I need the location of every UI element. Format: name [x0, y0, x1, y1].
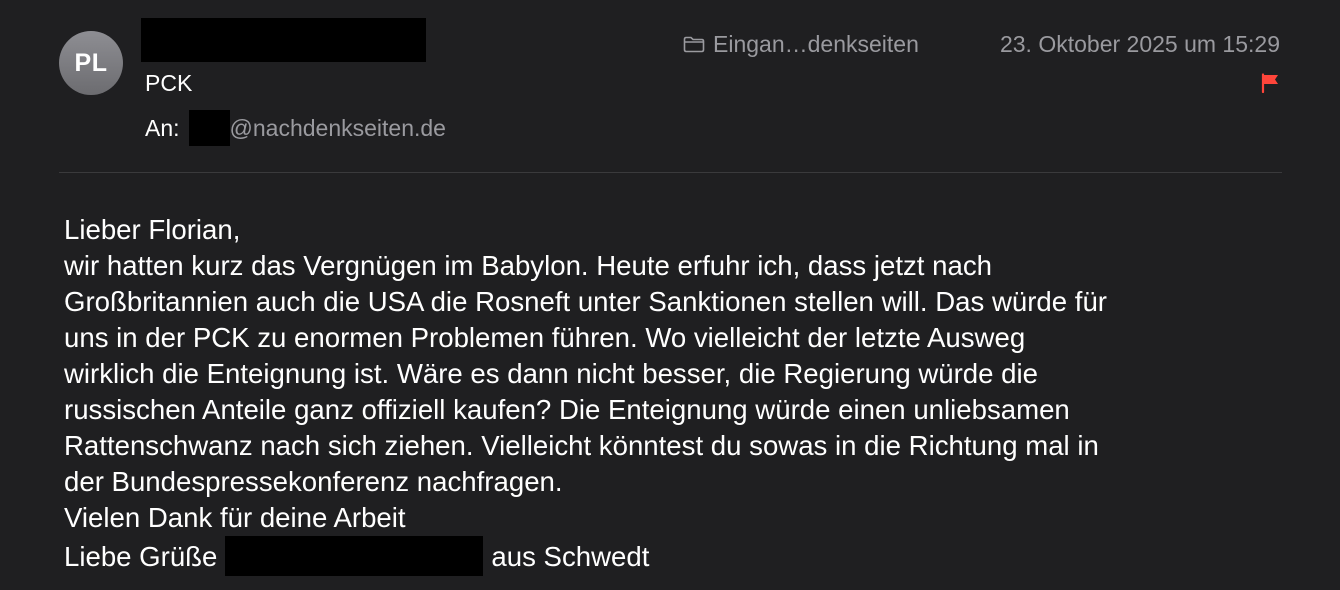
signature-name-redacted: [225, 536, 484, 576]
flag-icon[interactable]: [1260, 73, 1280, 93]
body-line: uns in der PCK zu enormen Problemen führ…: [64, 322, 1026, 353]
folder-icon: [683, 36, 705, 53]
body-line: Rattenschwanz nach sich ziehen. Vielleic…: [64, 430, 1099, 461]
body-line: der Bundespressekonferenz nachfragen.: [64, 466, 563, 497]
body-line: Lieber Florian,: [64, 214, 241, 245]
avatar-initials: PL: [74, 48, 108, 77]
closing-suffix: aus Schwedt: [491, 541, 650, 572]
recipient-row: An: @nachdenkseiten.de: [145, 110, 446, 146]
recipient-domain[interactable]: @nachdenkseiten.de: [230, 115, 446, 142]
header-divider: [59, 172, 1282, 173]
mailbox-indicator[interactable]: Eingan…denkseiten: [683, 31, 919, 58]
recipient-redacted: [188, 110, 230, 146]
sender-avatar: PL: [59, 31, 123, 95]
mailbox-name: Eingan…denkseiten: [713, 31, 919, 57]
email-date: 23. Oktober 2025 um 15:29: [999, 31, 1280, 57]
body-line: russischen Anteile ganz offiziell kaufen…: [64, 394, 1070, 425]
closing-line: Liebe Grüße aus Schwedt: [64, 536, 1314, 576]
body-line: wirklich die Enteignung ist. Wäre es dan…: [64, 358, 1038, 389]
body-line: wir hatten kurz das Vergnügen im Babylon…: [64, 250, 992, 281]
body-line: Vielen Dank für deine Arbeit: [64, 502, 406, 533]
sender-name-redacted: [141, 18, 426, 62]
body-line: Großbritannien auch die USA die Rosneft …: [64, 286, 1107, 317]
closing-prefix: Liebe Grüße: [64, 541, 218, 572]
email-body: Lieber Florian, wir hatten kurz das Verg…: [64, 212, 1314, 576]
email-subject: PCK: [145, 70, 193, 96]
recipient-label: An:: [145, 114, 180, 141]
